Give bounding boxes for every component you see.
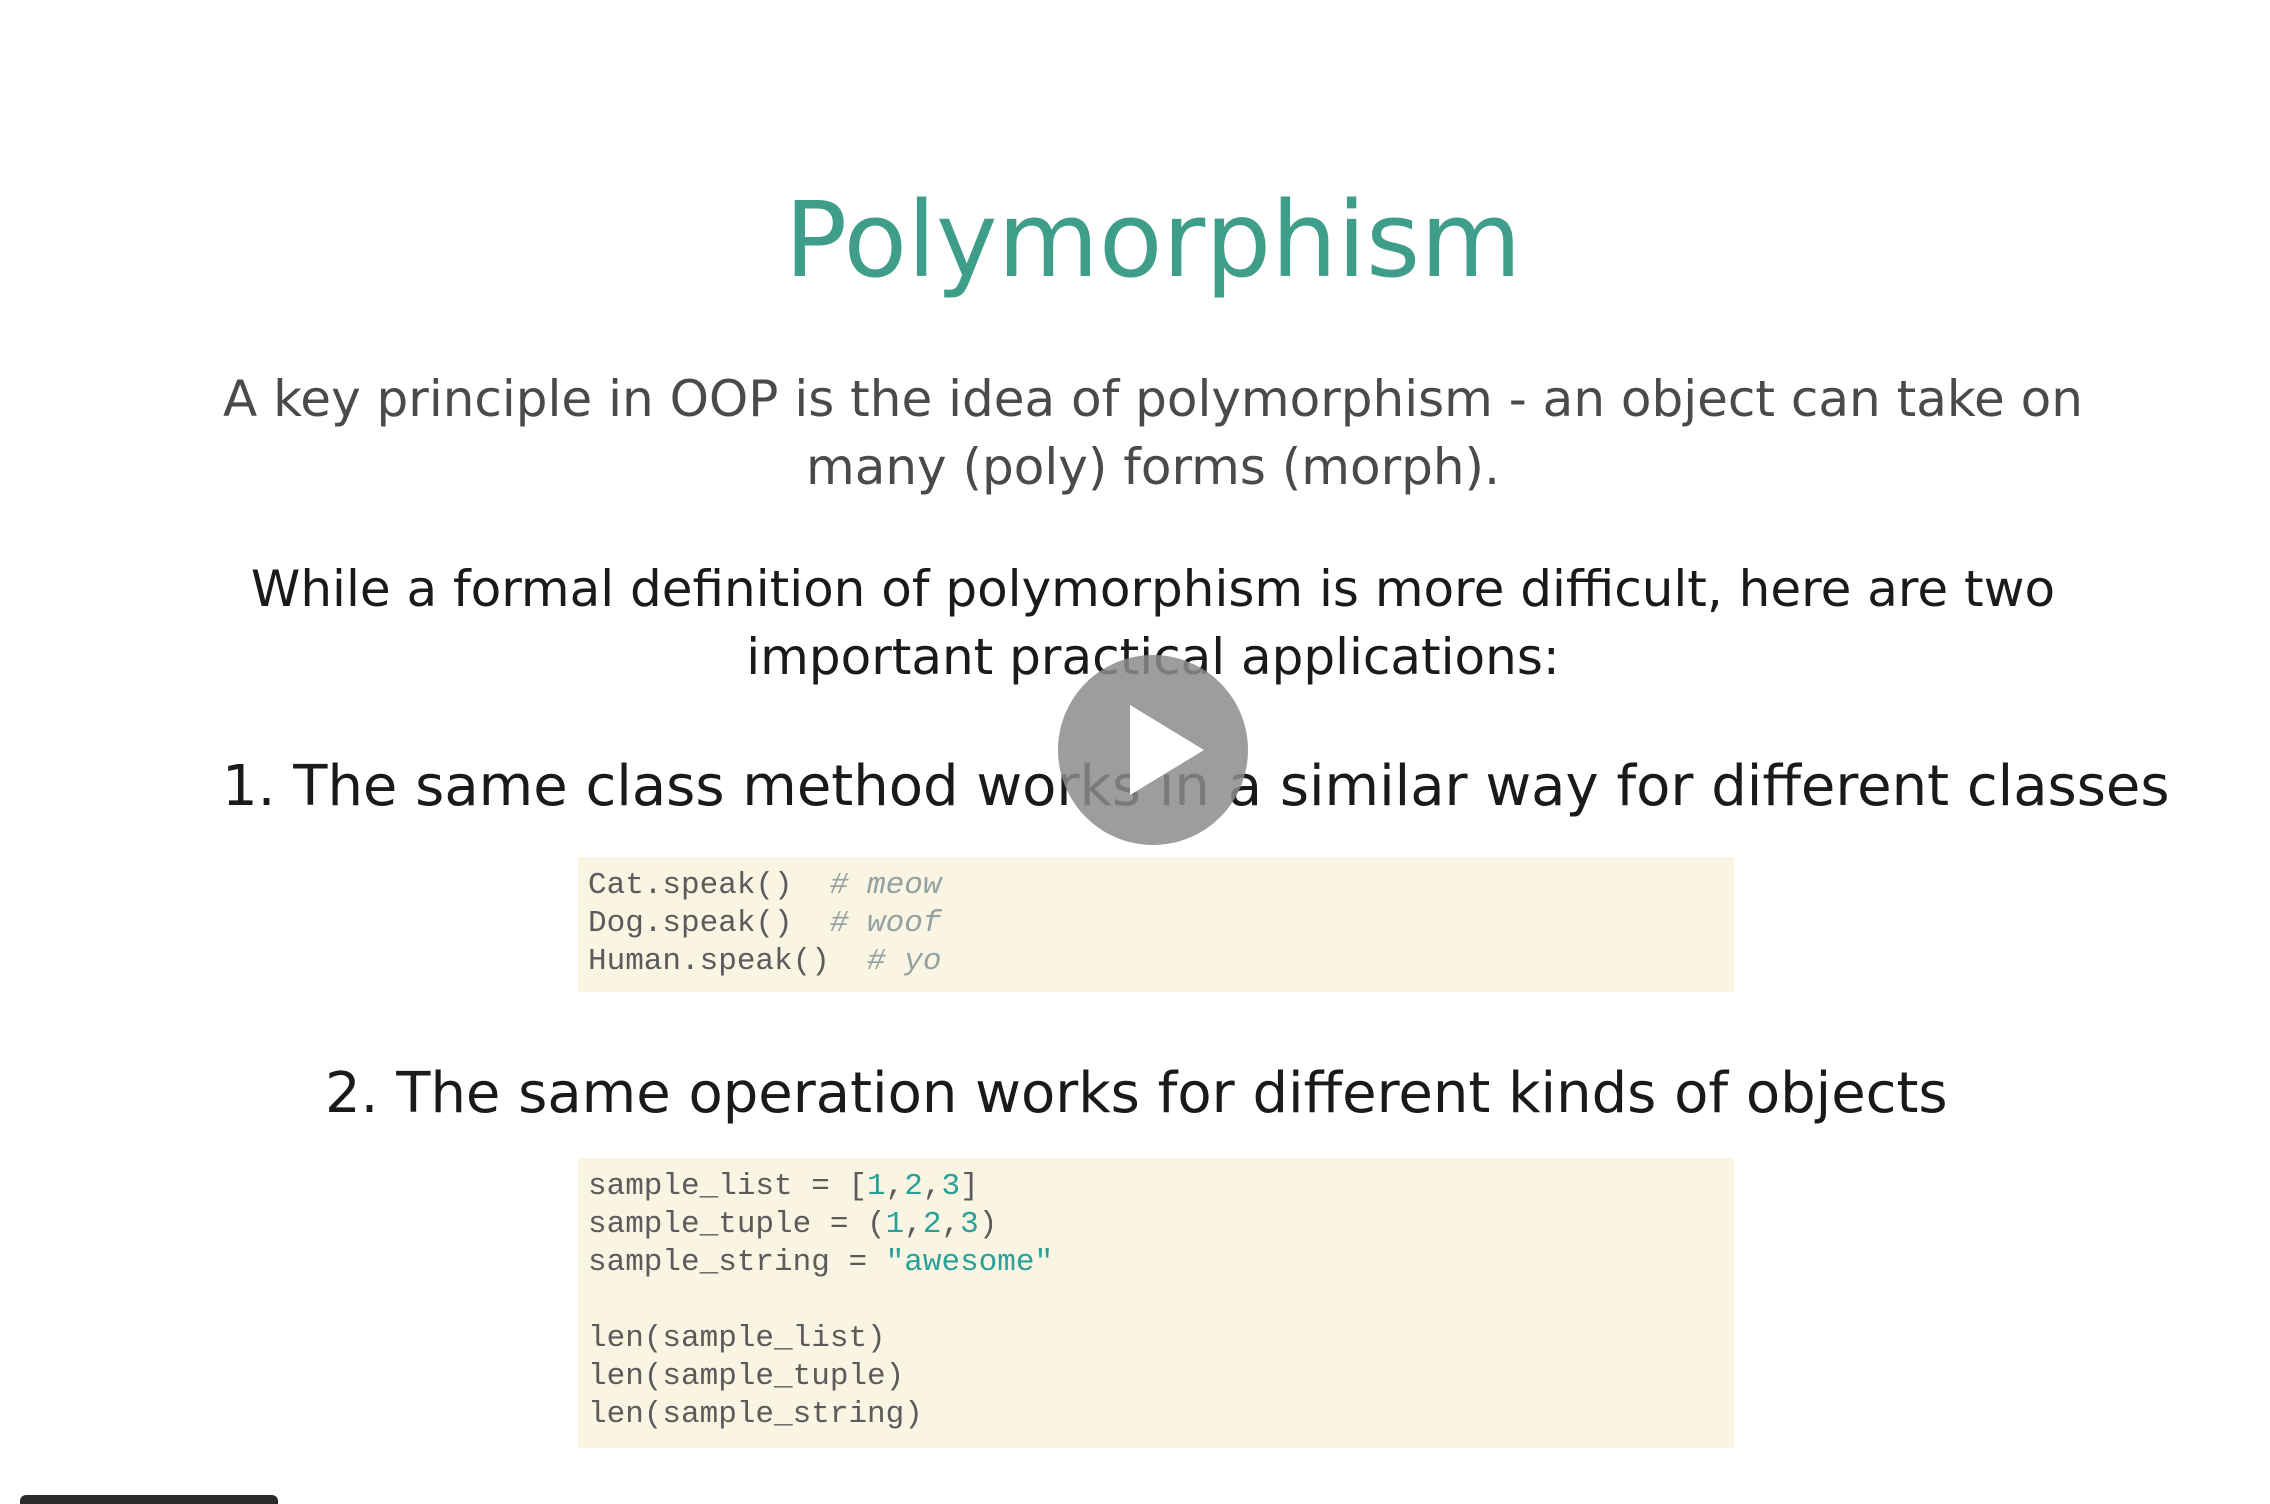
code-line-len: len(sample_tuple) — [588, 1359, 905, 1394]
code-number: 1 — [885, 1207, 905, 1242]
code-text: ] — [960, 1169, 979, 1204]
code-block-len-operation: sample_list = [1,2,3] sample_tuple = (1,… — [578, 1158, 1734, 1448]
code-string: "awesome" — [885, 1245, 1054, 1280]
intro-line-1: A key principle in OOP is the idea of po… — [223, 370, 2083, 428]
code-block-class-methods: Cat.speak() # meow Dog.speak() # woof Hu… — [578, 857, 1734, 992]
code-text: , — [904, 1207, 923, 1242]
code-text: , — [922, 1169, 942, 1204]
slide: Polymorphism A key principle in OOP is t… — [0, 0, 2270, 1504]
application-item-2: 2. The same operation works for differen… — [325, 1061, 1948, 1126]
play-icon — [1130, 705, 1204, 795]
code-number: 2 — [904, 1169, 923, 1204]
intro-line-2: many (poly) forms (morph). — [806, 438, 1500, 496]
code-comment: # meow — [829, 868, 942, 903]
code-line: Dog.speak() # woof — [588, 905, 1734, 943]
code-text: , — [941, 1207, 961, 1242]
definition-line-1: While a formal definition of polymorphis… — [250, 560, 2056, 618]
code-text: sample_string = — [588, 1245, 886, 1280]
code-line-string: sample_string = "awesome" — [588, 1244, 1734, 1282]
code-line: Cat.speak() # meow — [588, 867, 1734, 905]
code-number: 3 — [960, 1207, 979, 1242]
play-button[interactable] — [1058, 655, 1248, 845]
code-text: Dog.speak() — [588, 906, 830, 941]
player-control-bar[interactable] — [20, 1495, 278, 1504]
code-text: Cat.speak() — [588, 868, 830, 903]
slide-title: Polymorphism — [784, 179, 1522, 301]
code-text: Human.speak() — [588, 944, 868, 979]
code-text: ) — [978, 1207, 998, 1242]
code-text: sample_list = [ — [588, 1169, 868, 1204]
code-number: 1 — [867, 1169, 886, 1204]
code-line: Human.speak() # yo — [588, 943, 1734, 981]
code-number: 3 — [941, 1169, 961, 1204]
code-comment: # woof — [829, 906, 942, 941]
code-line-list: sample_list = [1,2,3] — [588, 1168, 1734, 1206]
intro-paragraph: A key principle in OOP is the idea of po… — [0, 365, 2270, 501]
code-line-len: len(sample_string) — [588, 1397, 923, 1432]
code-comment: # yo — [867, 944, 942, 979]
code-text: , — [885, 1169, 905, 1204]
code-line-tuple: sample_tuple = (1,2,3) — [588, 1206, 1734, 1244]
code-text: sample_tuple = ( — [588, 1207, 886, 1242]
code-line-len: len(sample_list) — [588, 1321, 886, 1356]
code-number: 2 — [922, 1207, 942, 1242]
